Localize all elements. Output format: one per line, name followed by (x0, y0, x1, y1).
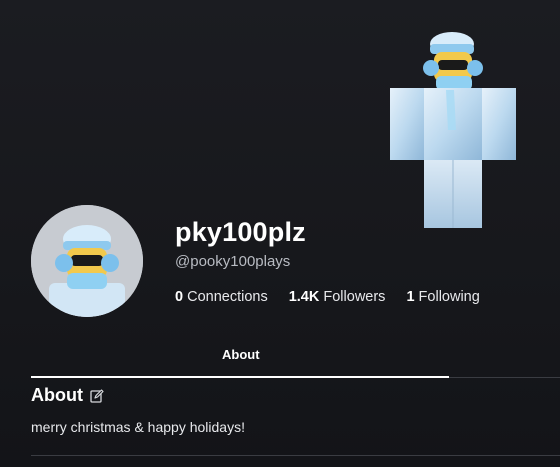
about-section-heading: About (31, 384, 104, 406)
about-title: About (31, 385, 83, 405)
tab-about[interactable]: About (222, 347, 260, 363)
stat-followers[interactable]: 1.4K Followers (289, 288, 386, 306)
stat-following[interactable]: 1 Following (406, 288, 479, 306)
stat-followers-label: Followers (323, 289, 386, 305)
about-description: merry christmas & happy holidays! (31, 419, 245, 435)
username: @pooky100plays (175, 253, 291, 270)
tab-divider (449, 377, 560, 378)
profile-stats: 0 Connections 1.4K Followers 1 Following (175, 288, 480, 306)
edit-icon[interactable] (90, 389, 104, 403)
section-divider (31, 455, 560, 456)
stat-following-label: Following (418, 289, 480, 305)
stat-following-count: 1 (406, 289, 415, 305)
display-name: pky100plz (175, 217, 306, 247)
avatar-headshot[interactable] (31, 205, 143, 317)
avatar-3d-render (380, 24, 540, 234)
stat-connections-count: 0 (175, 289, 184, 305)
profile-page: pky100plz @pooky100plays 0 Connections 1… (0, 0, 560, 467)
stat-connections[interactable]: 0 Connections (175, 288, 268, 306)
stat-followers-count: 1.4K (288, 289, 320, 305)
tab-active-indicator (31, 376, 449, 378)
stat-connections-label: Connections (187, 289, 268, 305)
